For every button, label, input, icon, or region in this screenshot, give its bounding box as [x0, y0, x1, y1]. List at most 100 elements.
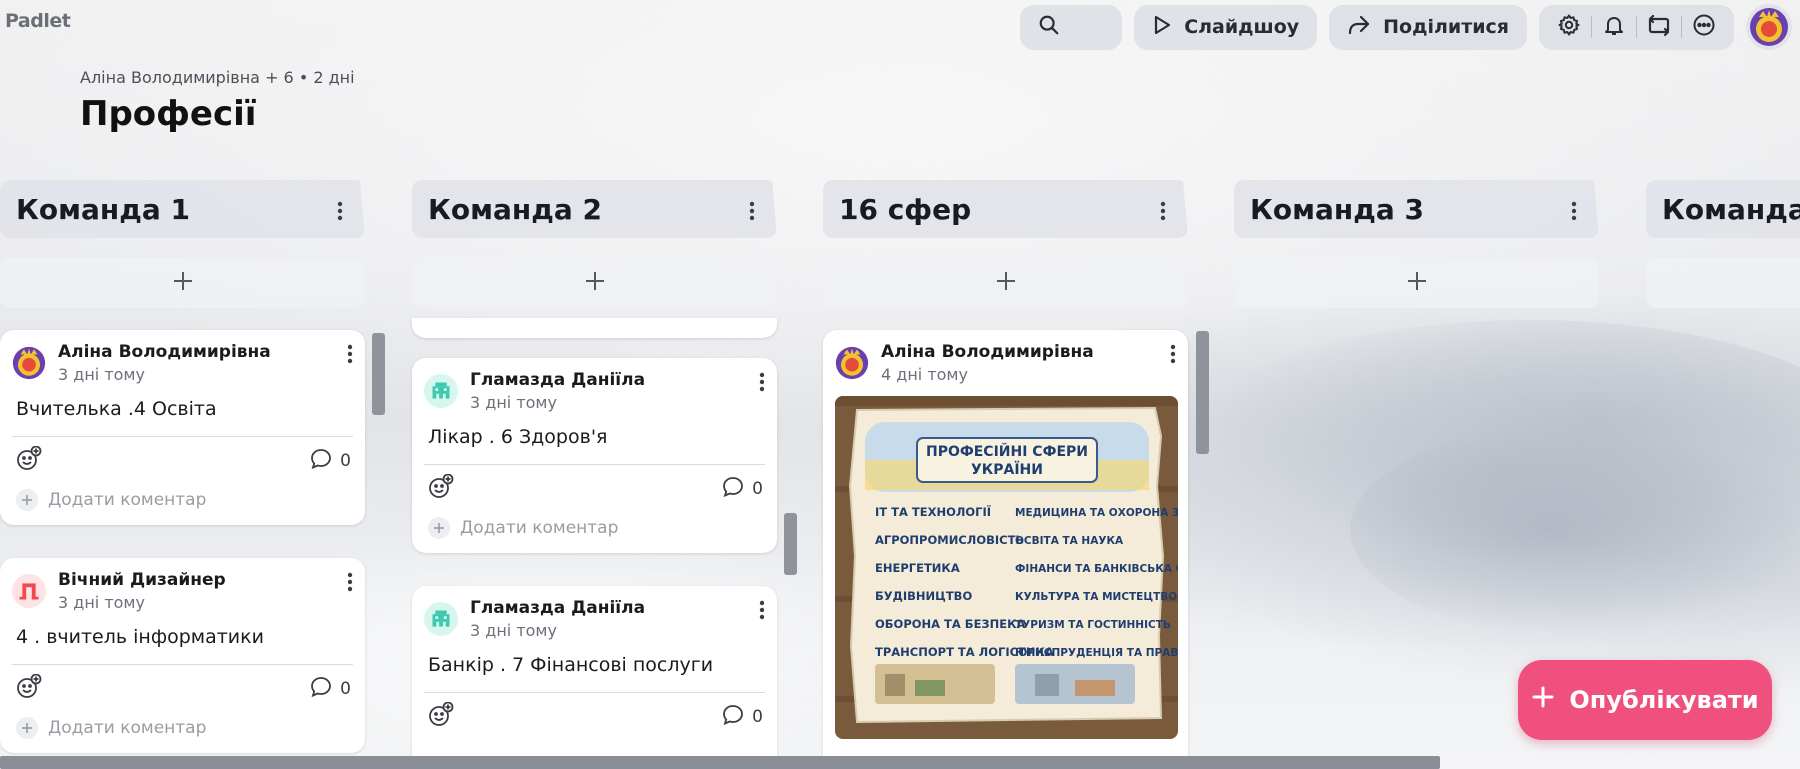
plus-icon [1406, 270, 1428, 296]
column-header[interactable]: Команда 2 [412, 180, 777, 238]
slideshow-button[interactable]: Слайдшоу [1134, 4, 1318, 50]
bell-icon [1602, 13, 1626, 41]
poster-title: ПРОФЕСІЙНІ СФЕРИ [926, 443, 1088, 460]
post-card[interactable]: Гламазда Даніїла 3 дні тому Банкір . 7 Ф… [412, 586, 777, 769]
plus-icon [428, 517, 450, 539]
comment-count[interactable]: 0 [310, 448, 351, 475]
user-avatar[interactable] [1746, 4, 1792, 50]
avatar [424, 602, 458, 636]
publish-label: Опублікувати [1569, 686, 1759, 714]
add-comment-label: Додати коментар [48, 718, 207, 738]
column-header[interactable]: Команда 4 [1646, 180, 1800, 238]
post-body: Вчителька .4 Освіта [16, 398, 217, 420]
remake-icon [1646, 13, 1672, 41]
plus-icon [16, 717, 38, 739]
kebab-menu-icon[interactable] [1170, 344, 1176, 368]
column-header[interactable]: Команда 3 [1234, 180, 1599, 238]
add-reaction-icon[interactable] [16, 445, 42, 476]
post-author: Вічний Дизайнер [58, 570, 226, 590]
comment-count[interactable]: 0 [722, 476, 763, 503]
post-card[interactable]: Аліна Володимирівна 3 дні тому Вчителька… [0, 330, 365, 525]
plus-icon [1531, 685, 1555, 715]
poster-item: ЕНЕРГЕТИКА [875, 561, 960, 575]
comment-count[interactable]: 0 [722, 704, 763, 731]
post-card[interactable]: Вічний Дизайнер 3 дні тому 4 . вчитель і… [0, 558, 365, 753]
plus-icon [16, 489, 38, 511]
poster-item: АГРОПРОМИСЛОВІСТЬ [875, 533, 1024, 547]
add-post-button[interactable] [823, 258, 1188, 308]
column-header[interactable]: 16 сфер [823, 180, 1188, 238]
post-body: Лікар . 6 Здоров'я [428, 426, 608, 448]
comment-count[interactable]: 0 [310, 676, 351, 703]
comment-count-value: 0 [752, 479, 763, 499]
add-reaction-icon[interactable] [16, 673, 42, 704]
post-time: 3 дні тому [58, 593, 145, 612]
post-time: 3 дні тому [470, 621, 557, 640]
kebab-menu-icon[interactable] [347, 572, 353, 596]
poster-item: ТУРИЗМ ТА ГОСТИННІСТЬ [1015, 619, 1171, 631]
column-scrollbar[interactable] [1196, 331, 1209, 454]
background-snow [1180, 320, 1800, 580]
kebab-menu-icon[interactable] [1160, 196, 1166, 229]
column-scrollbar[interactable] [372, 333, 385, 415]
comment-count-value: 0 [340, 451, 351, 471]
poster-item: БУДІВНИЦТВО [875, 589, 972, 603]
plus-icon [995, 270, 1017, 296]
toolbar-icon-group [1539, 4, 1734, 50]
share-icon [1347, 14, 1371, 41]
add-comment-button[interactable]: Додати коментар [0, 483, 365, 525]
post-card[interactable]: Гламазда Даніїла 3 дні тому Лікар . 6 Зд… [412, 358, 777, 553]
horizontal-scrollbar[interactable] [0, 756, 1440, 769]
add-comment-button[interactable]: Додати коментар [0, 711, 365, 753]
kebab-menu-icon[interactable] [1571, 196, 1577, 229]
notifications-button[interactable] [1592, 5, 1636, 50]
post-body: Банкір . 7 Фінансові послуги [428, 654, 714, 676]
post-body: 4 . вчитель інформатики [16, 626, 264, 648]
poster-item: ЮРИСПРУДЕНЦІЯ ТА ПРАВО [1015, 647, 1178, 659]
post-card-partial[interactable] [412, 318, 777, 338]
avatar [424, 374, 458, 408]
poster-item: ФІНАНСИ ТА БАНКІВСЬКА СПРАВА [1015, 563, 1178, 575]
poster-item: ІТ ТА ТЕХНОЛОГІЇ [875, 504, 991, 519]
share-button[interactable]: Поділитися [1329, 4, 1527, 50]
post-image[interactable]: ПРОФЕСІЙНІ СФЕРИ УКРАЇНИ ІТ ТА ТЕХНОЛОГІ… [835, 396, 1178, 739]
kebab-menu-icon[interactable] [759, 600, 765, 624]
more-options-button[interactable] [1682, 5, 1726, 50]
column-16-spheres: 16 сфер [823, 180, 1188, 308]
poster-item: ОБОРОНА ТА БЕЗПЕКА [875, 617, 1025, 631]
kebab-menu-icon[interactable] [347, 344, 353, 368]
search-button[interactable] [1020, 4, 1123, 50]
add-reaction-icon[interactable] [428, 473, 454, 504]
kebab-menu-icon[interactable] [749, 196, 755, 229]
avatar [12, 346, 46, 380]
column-header[interactable]: Команда 1 [0, 180, 365, 238]
add-reaction-icon[interactable] [428, 701, 454, 732]
padlet-logo[interactable]: Padlet [5, 10, 71, 32]
comment-icon [310, 448, 332, 475]
add-post-button[interactable] [0, 258, 365, 308]
publish-button[interactable]: Опублікувати [1518, 660, 1772, 740]
add-post-button[interactable] [1234, 258, 1599, 308]
poster-title: УКРАЇНИ [971, 461, 1043, 478]
post-time: 3 дні тому [470, 393, 557, 412]
slideshow-label: Слайдшоу [1184, 16, 1300, 38]
column-team-2: Команда 2 [412, 180, 777, 308]
comment-icon [722, 704, 744, 731]
post-author: Гламазда Даніїла [470, 370, 646, 390]
column-scrollbar[interactable] [784, 513, 797, 575]
plus-icon [584, 270, 606, 296]
remake-button[interactable] [1637, 5, 1681, 50]
plus-icon [172, 270, 194, 296]
column-title: Команда 1 [16, 192, 190, 226]
add-post-button[interactable] [412, 258, 777, 308]
add-comment-button[interactable]: Додати коментар [412, 511, 777, 553]
kebab-menu-icon[interactable] [759, 372, 765, 396]
share-label: Поділитися [1383, 16, 1509, 38]
post-time: 4 дні тому [881, 365, 968, 384]
add-post-button[interactable] [1646, 258, 1800, 308]
column-title: Команда 3 [1250, 192, 1424, 226]
column-title: Команда 4 [1662, 192, 1800, 226]
post-card[interactable]: Аліна Володимирівна 4 дні тому ПРОФЕСІЙН… [823, 330, 1188, 769]
kebab-menu-icon[interactable] [337, 196, 343, 229]
settings-button[interactable] [1547, 5, 1591, 50]
